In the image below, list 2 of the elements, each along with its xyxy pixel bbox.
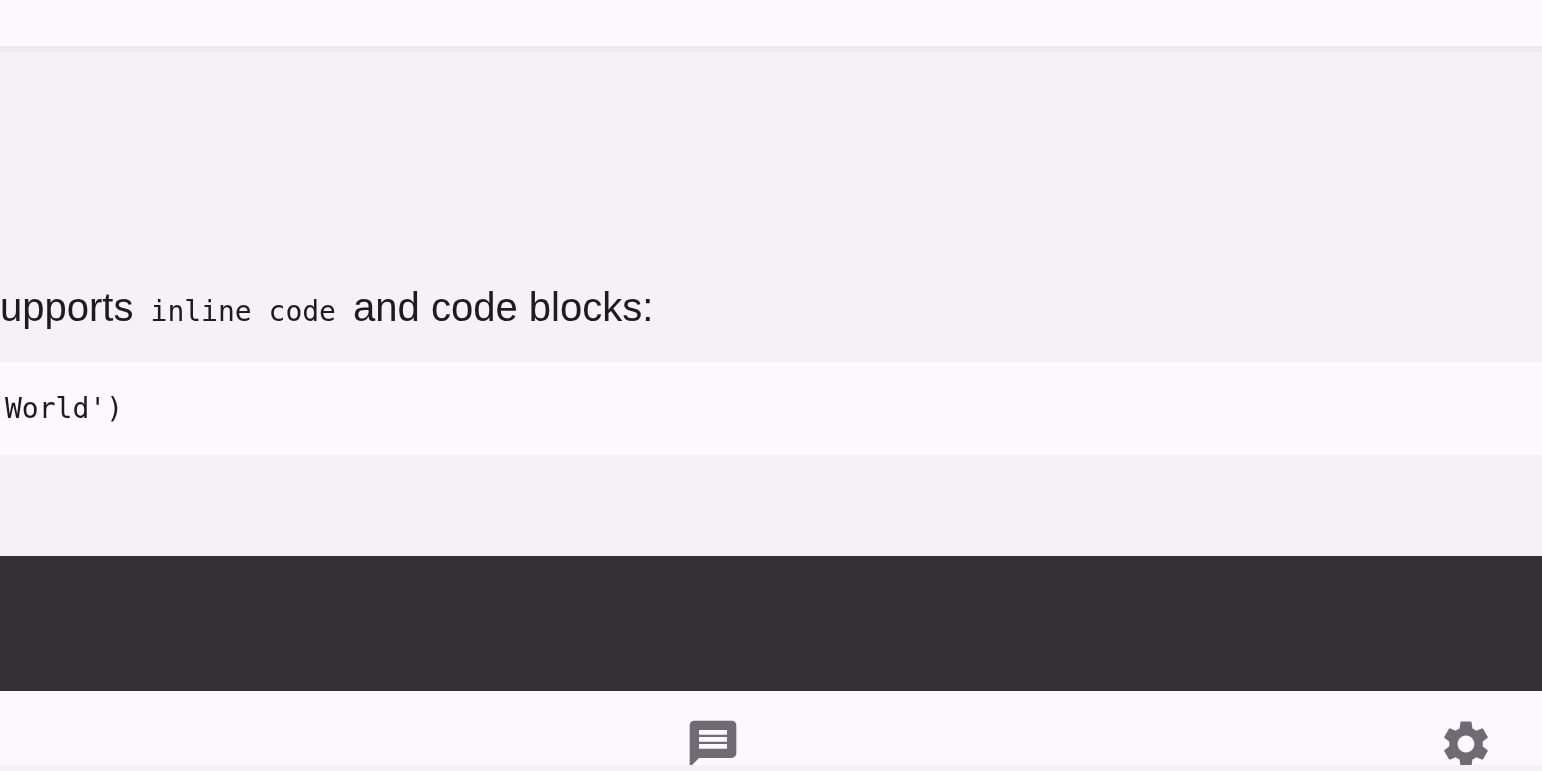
code-text: World') (4, 390, 123, 427)
paragraph-text: upports inline code and code blocks: (0, 284, 655, 331)
